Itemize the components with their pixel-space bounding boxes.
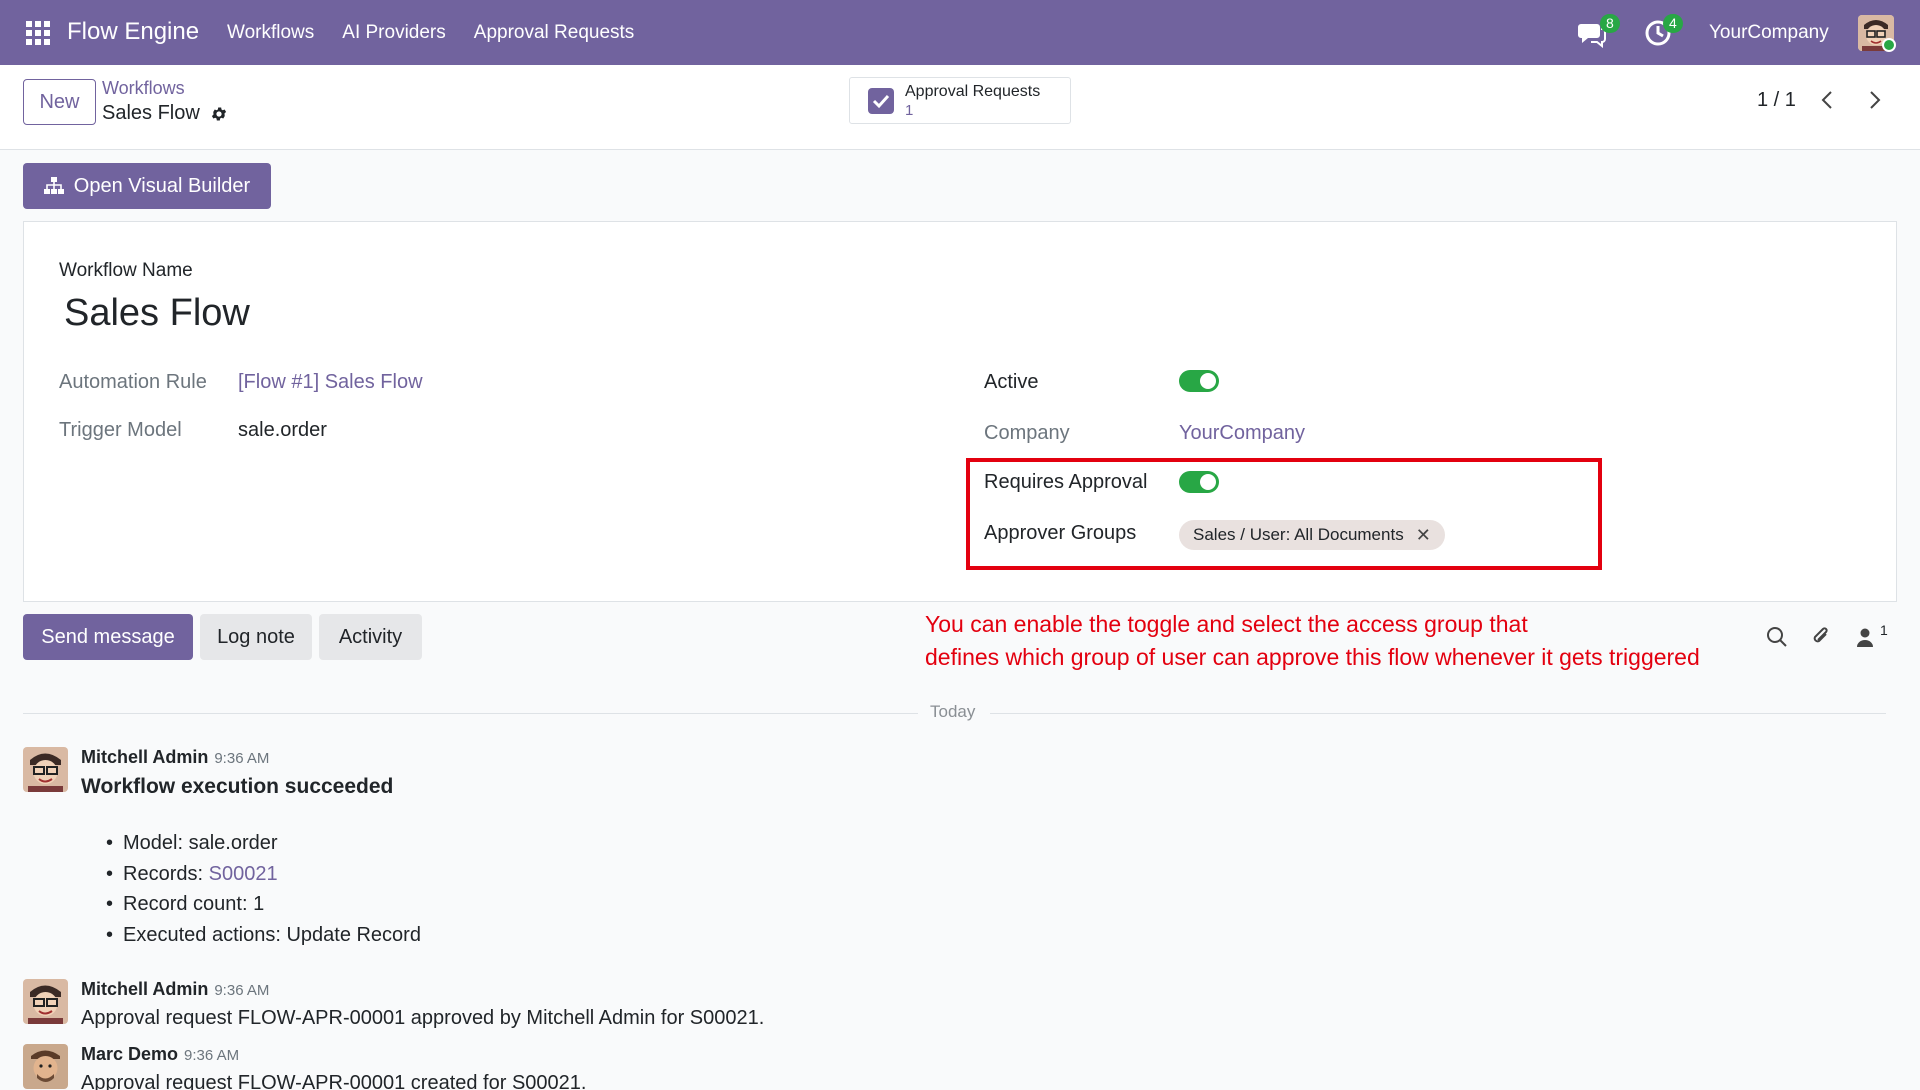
approval-requests-smart-button[interactable]: Approval Requests 1 (849, 77, 1071, 124)
open-visual-builder-button[interactable]: Open Visual Builder (23, 163, 271, 209)
message-time: 9:36 AM (214, 750, 270, 767)
message-body: Approval request FLOW-APR-00001 approved… (81, 1007, 765, 1029)
paperclip-icon[interactable] (1809, 625, 1833, 649)
list-item: Records: S00021 (108, 859, 421, 890)
search-icon[interactable] (1765, 625, 1789, 649)
message-author: Mitchell Admin 9:36 AM (81, 747, 269, 768)
menu-workflows[interactable]: Workflows (227, 22, 314, 44)
followers-icon[interactable] (1853, 625, 1877, 649)
author-avatar[interactable] (23, 747, 68, 792)
author-avatar[interactable] (23, 979, 68, 1024)
send-message-button[interactable]: Send message (23, 614, 193, 660)
list-item: Executed actions: Update Record (108, 920, 421, 951)
company-switcher[interactable]: YourCompany (1709, 22, 1829, 44)
chevron-right-icon[interactable] (1861, 87, 1887, 113)
annotation-line-2: defines which group of user can approve … (925, 644, 1700, 670)
app-brand[interactable]: Flow Engine (67, 18, 199, 46)
automation-rule-link[interactable]: [Flow #1] Sales Flow (238, 371, 423, 394)
list-item-label: Records: (123, 862, 209, 885)
breadcrumb-parent[interactable]: Workflows (102, 78, 185, 99)
messages-badge: 8 (1600, 14, 1620, 33)
list-item: Model: sale.order (108, 828, 421, 859)
workflow-name-field[interactable]: Sales Flow (64, 292, 250, 335)
breadcrumb-current-label: Sales Flow (102, 102, 200, 124)
author-avatar[interactable] (23, 1044, 68, 1089)
message-title: Workflow execution succeeded (81, 775, 394, 798)
message-author-name[interactable]: Mitchell Admin (81, 747, 208, 767)
followers-count: 1 (1880, 622, 1888, 638)
date-separator: Today (930, 702, 976, 721)
activity-button[interactable]: Activity (319, 614, 422, 660)
message-body: Approval request FLOW-APR-00001 created … (81, 1072, 587, 1090)
log-note-button[interactable]: Log note (200, 614, 312, 660)
new-button[interactable]: New (23, 79, 96, 125)
active-label: Active (984, 371, 1039, 393)
top-navbar: Flow Engine Workflows AI Providers Appro… (0, 0, 1920, 65)
trigger-model-label: Trigger Model (59, 419, 182, 441)
sitemap-icon (43, 177, 64, 194)
menu-approval-requests[interactable]: Approval Requests (474, 22, 635, 44)
message-author-name[interactable]: Marc Demo (81, 1044, 178, 1064)
message-details-list: Model: sale.order Records: S00021 Record… (108, 828, 421, 950)
open-visual-builder-label: Open Visual Builder (73, 174, 251, 197)
date-divider-right (990, 713, 1886, 714)
chevron-left-icon[interactable] (1815, 87, 1841, 113)
company-link[interactable]: YourCompany (1179, 422, 1305, 445)
company-label: Company (984, 422, 1070, 444)
annotation-note: You can enable the toggle and select the… (925, 608, 1745, 674)
record-link[interactable]: S00021 (209, 863, 278, 885)
message-time: 9:36 AM (184, 1047, 240, 1064)
menu-ai-providers[interactable]: AI Providers (342, 22, 445, 44)
online-status-icon (1882, 38, 1896, 52)
smart-button-label: Approval Requests (905, 83, 1041, 100)
active-toggle[interactable] (1179, 370, 1219, 392)
message-author-name[interactable]: Mitchell Admin (81, 979, 208, 999)
main-menu: Workflows AI Providers Approval Requests (227, 22, 634, 44)
checkbox-icon (868, 88, 894, 114)
pager-value[interactable]: 1 / 1 (1757, 89, 1796, 112)
control-panel: New Workflows Sales Flow Approval Reques… (0, 65, 1920, 150)
list-item-text: Record count: 1 (123, 893, 265, 915)
smart-button-count: 1 (905, 102, 914, 119)
trigger-model-value: sale.order (238, 419, 327, 441)
list-item-text: Model: sale.order (123, 832, 278, 854)
activities-badge: 4 (1663, 14, 1683, 33)
apps-grid-icon[interactable] (26, 21, 50, 45)
date-divider-left (23, 713, 918, 714)
list-item-text: Executed actions: Update Record (123, 923, 421, 946)
form-sheet (23, 221, 1897, 602)
gear-icon[interactable] (210, 105, 228, 123)
message-author: Marc Demo 9:36 AM (81, 1044, 239, 1065)
breadcrumb-current: Sales Flow (102, 102, 228, 125)
message-author: Mitchell Admin 9:36 AM (81, 979, 269, 1000)
highlight-box (966, 458, 1602, 570)
annotation-line-1: You can enable the toggle and select the… (925, 611, 1528, 637)
automation-rule-label: Automation Rule (59, 371, 207, 393)
workflow-name-label: Workflow Name (59, 260, 193, 281)
message-time: 9:36 AM (214, 982, 270, 999)
list-item: Record count: 1 (108, 889, 421, 920)
